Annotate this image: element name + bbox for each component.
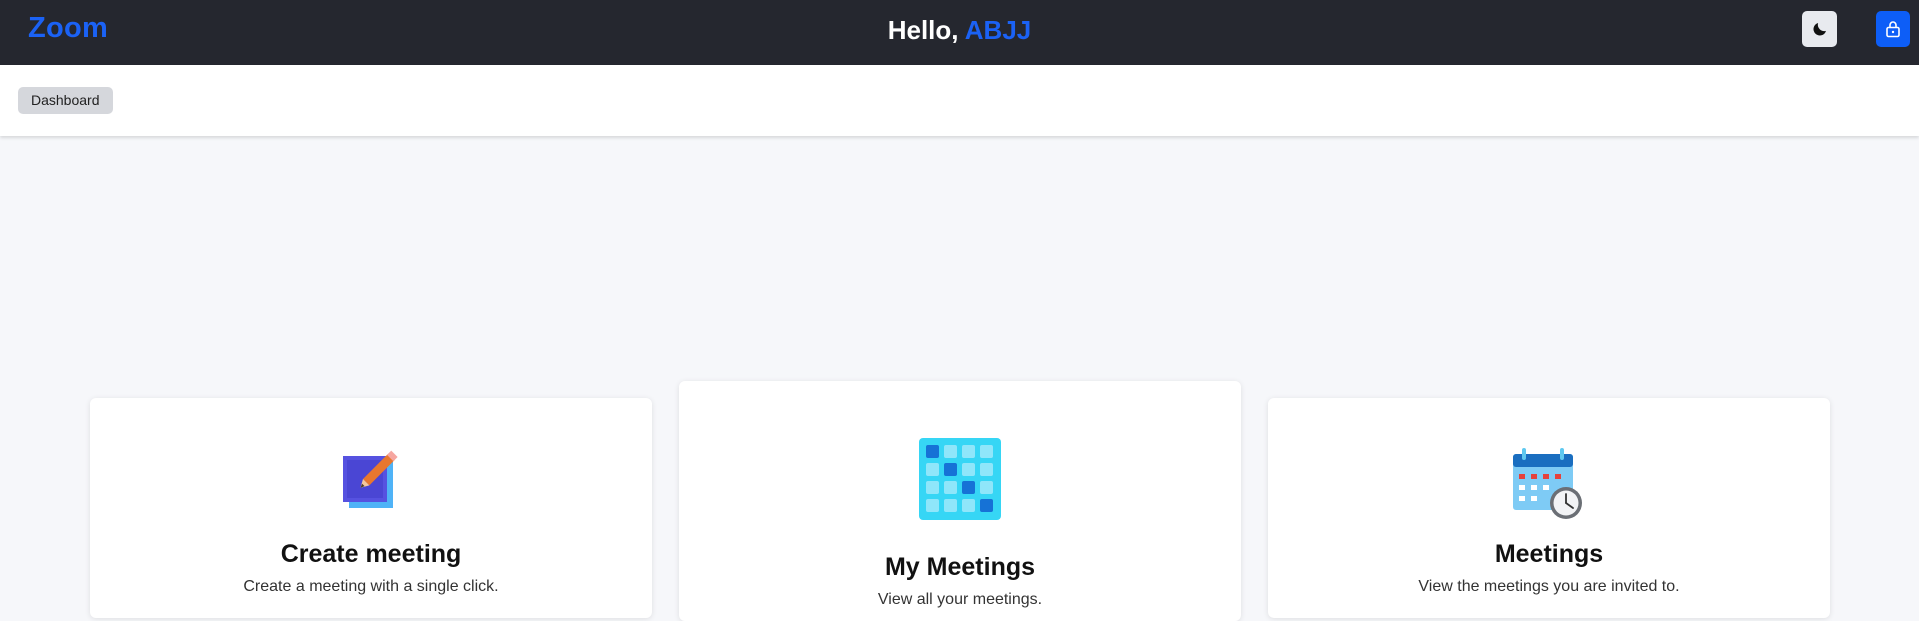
theme-toggle-button[interactable] — [1802, 11, 1837, 47]
create-meeting-card[interactable]: Create meeting Create a meeting with a s… — [90, 398, 652, 618]
my-meetings-card[interactable]: My Meetings View all your meetings. — [679, 381, 1241, 621]
moon-icon — [1812, 23, 1826, 36]
card-description: View the meetings you are invited to. — [1418, 578, 1680, 595]
card-description: View all your meetings. — [877, 591, 1043, 608]
card-title: Create meeting — [280, 540, 462, 568]
card-title: Meetings — [1494, 540, 1604, 568]
card-description: Create a meeting with a single click. — [243, 578, 499, 595]
greeting: Hello, ABJJ — [0, 15, 1919, 46]
card-title: My Meetings — [884, 553, 1036, 581]
calendar-grid-icon — [919, 438, 1001, 520]
lock-icon — [1886, 21, 1900, 38]
breadcrumb-bar: Dashboard — [0, 65, 1919, 136]
edit-square-icon — [343, 450, 398, 508]
meetings-card[interactable]: Meetings View the meetings you are invit… — [1268, 398, 1830, 618]
greeting-prefix: Hello, — [887, 15, 959, 45]
logout-button[interactable] — [1876, 11, 1910, 47]
top-navbar: Zoom Hello, ABJJ — [0, 0, 1919, 65]
user-name: ABJJ — [964, 15, 1032, 45]
breadcrumb-dashboard[interactable]: Dashboard — [18, 87, 113, 114]
calendar-clock-icon — [1513, 448, 1582, 519]
